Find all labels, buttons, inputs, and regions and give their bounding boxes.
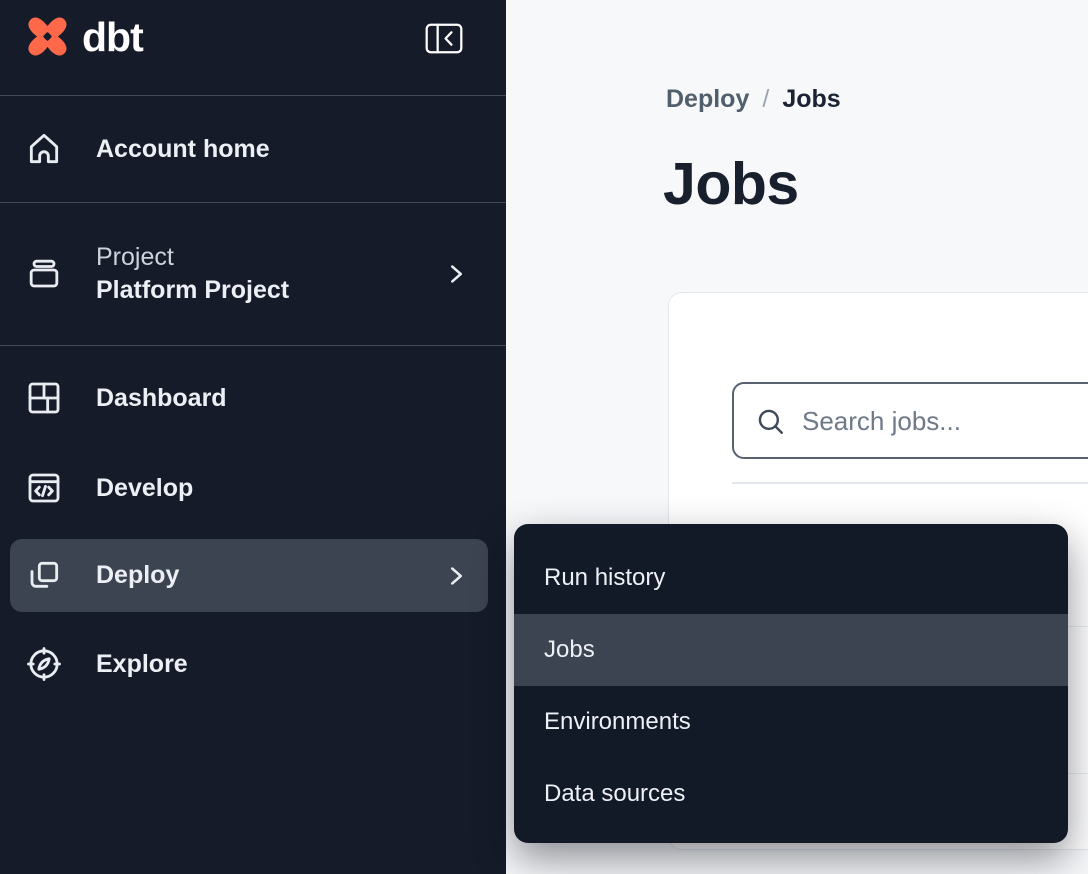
sidebar: dbt Account home: [0, 0, 506, 874]
sidebar-item-project[interactable]: Project Platform Project: [0, 203, 506, 346]
breadcrumb-separator: /: [762, 85, 769, 114]
collapse-sidebar-button[interactable]: [424, 23, 464, 56]
home-icon: [24, 129, 64, 169]
search-input-wrapper[interactable]: [732, 382, 1088, 459]
deploy-submenu: Run history Jobs Environments Data sourc…: [514, 524, 1068, 843]
submenu-item-label: Environments: [544, 708, 691, 736]
sidebar-item-explore[interactable]: Explore: [0, 626, 506, 702]
submenu-item-run-history[interactable]: Run history: [514, 542, 1068, 614]
search-input[interactable]: [800, 390, 1088, 452]
sidebar-item-label: Dashboard: [96, 384, 227, 413]
brand-name: dbt: [82, 13, 143, 61]
develop-icon: [24, 468, 64, 508]
breadcrumb-parent[interactable]: Deploy: [666, 85, 749, 114]
submenu-item-jobs[interactable]: Jobs: [514, 614, 1068, 686]
explore-icon: [24, 644, 64, 684]
sidebar-item-label: Deploy: [96, 561, 179, 590]
project-section-label: Project: [96, 241, 289, 273]
project-name: Platform Project: [96, 273, 289, 307]
submenu-item-data-sources[interactable]: Data sources: [514, 758, 1068, 830]
sidebar-item-label: Account home: [96, 135, 270, 164]
app-window: dbt Account home: [0, 0, 1088, 874]
divider: [732, 482, 1088, 484]
sidebar-item-label: Develop: [96, 474, 193, 503]
sidebar-item-account-home[interactable]: Account home: [0, 96, 506, 203]
chevron-right-icon: [448, 563, 465, 589]
breadcrumb-current: Jobs: [782, 85, 840, 114]
dbt-logo-icon: [24, 13, 71, 65]
submenu-item-label: Run history: [544, 564, 665, 592]
chevron-right-icon: [448, 261, 465, 287]
deploy-icon: [24, 556, 64, 596]
sidebar-collapse-icon: [425, 42, 463, 57]
project-labels: Project Platform Project: [96, 241, 289, 307]
sidebar-header: dbt: [0, 0, 506, 96]
project-icon: [24, 254, 64, 294]
sidebar-item-label: Explore: [96, 650, 188, 679]
submenu-item-label: Data sources: [544, 780, 685, 808]
breadcrumb: Deploy / Jobs: [666, 85, 841, 114]
dashboard-icon: [24, 378, 64, 418]
submenu-item-label: Jobs: [544, 636, 595, 664]
page-title: Jobs: [663, 150, 799, 218]
search-icon: [754, 405, 788, 439]
sidebar-item-develop[interactable]: Develop: [0, 450, 506, 526]
submenu-item-environments[interactable]: Environments: [514, 686, 1068, 758]
sidebar-item-dashboard[interactable]: Dashboard: [0, 346, 506, 450]
sidebar-item-deploy[interactable]: Deploy: [10, 539, 488, 612]
